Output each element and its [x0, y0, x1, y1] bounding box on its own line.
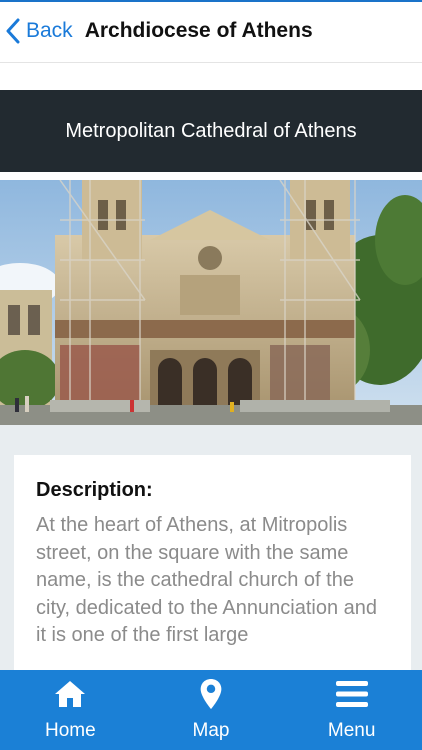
section-header: Metropolitan Cathedral of Athens: [0, 90, 422, 172]
description-text: At the heart of Athens, at Mitropolis st…: [36, 514, 377, 646]
tab-menu-label: Menu: [327, 720, 376, 741]
back-button[interactable]: Back: [6, 18, 73, 44]
tab-map-label: Map: [192, 720, 230, 741]
tab-menu[interactable]: Menu: [281, 670, 422, 750]
description-heading: Description:: [36, 479, 153, 501]
top-accent-line: [0, 0, 422, 2]
tab-map[interactable]: Map: [141, 670, 282, 750]
home-icon: [53, 678, 87, 710]
chevron-left-icon: [6, 18, 20, 44]
page-title: Archdiocese of Athens: [84, 19, 313, 42]
tab-bar: Home Map Menu: [0, 670, 422, 750]
navigation-bar: Back Archdiocese of Athens: [0, 0, 422, 63]
section-title: Metropolitan Cathedral of Athens: [65, 119, 357, 142]
tab-home-label: Home: [44, 720, 96, 741]
cathedral-photo: [0, 180, 422, 425]
tab-home[interactable]: Home: [0, 670, 141, 750]
description-card: Description: At the heart of Athens, at …: [14, 455, 411, 670]
menu-icon: [335, 678, 369, 710]
back-label: Back: [26, 19, 73, 42]
map-pin-icon: [199, 678, 223, 710]
